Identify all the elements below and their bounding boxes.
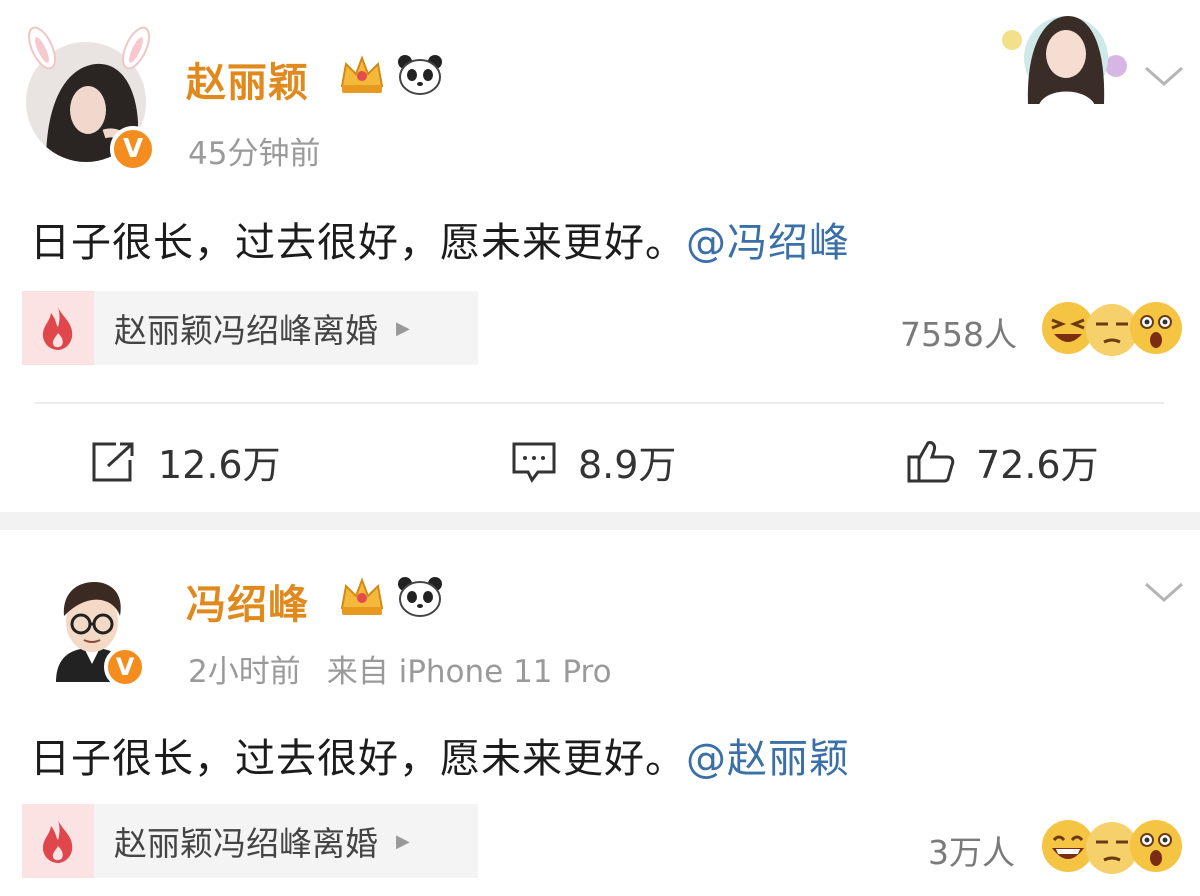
verified-badge-icon: V: [110, 126, 156, 172]
thumbs-up-icon: [907, 440, 955, 482]
post-body: 日子很长，过去很好，愿未来更好。: [30, 736, 686, 782]
author-name[interactable]: 冯绍峰: [186, 572, 309, 630]
weibo-post-zhao: V 赵丽颖 45分钟前 日子很长，过去很好，愿未来更好。@冯绍峰 赵丽颖冯绍峰离…: [0, 0, 1200, 404]
post-time: 2小时前: [188, 654, 301, 690]
like-button[interactable]: 72.6万: [906, 434, 1099, 489]
post-body: 日子很长，过去很好，愿未来更好。: [30, 220, 686, 266]
panda-icon: [398, 577, 442, 617]
chevron-down-icon[interactable]: [1142, 60, 1186, 90]
post-time: 45分钟前: [188, 136, 321, 172]
share-button[interactable]: 12.6万: [90, 434, 281, 489]
post-text: 日子很长，过去很好，愿未来更好。@赵丽颖: [30, 726, 850, 784]
mention-link[interactable]: @赵丽颖: [686, 736, 850, 782]
fire-icon: [22, 291, 94, 365]
hot-topic-card[interactable]: 赵丽颖冯绍峰离婚 ▶: [22, 804, 478, 878]
avatar[interactable]: V: [42, 578, 146, 688]
crown-icon: [340, 577, 384, 615]
post-meta: 2小时前 来自 iPhone 11 Pro: [188, 646, 612, 691]
weibo-post-feng: V 冯绍峰 2小时前 来自 iPhone 11 Pro 日子很长，过去很好，愿未来…: [0, 530, 1200, 896]
divider: [34, 402, 1164, 404]
card-decoration-icon: [1002, 16, 1127, 108]
comment-count: 8.9万: [578, 443, 677, 487]
comment-icon: [512, 442, 556, 483]
topic-label: 赵丽颖冯绍峰离婚: [114, 824, 378, 863]
author-name[interactable]: 赵丽颖: [186, 50, 309, 108]
action-bar: 12.6万 8.9万 72.6万: [0, 430, 1200, 500]
share-count: 12.6万: [158, 443, 281, 487]
caret-right-icon: ▶: [396, 830, 410, 852]
comment-button[interactable]: 8.9万: [510, 434, 676, 489]
topic-label: 赵丽颖冯绍峰离婚: [114, 311, 378, 350]
fire-icon: [22, 804, 94, 878]
participant-count: 3万人: [928, 833, 1015, 872]
post-text: 日子很长，过去很好，愿未来更好。@冯绍峰: [30, 210, 850, 268]
avatar[interactable]: V: [26, 26, 156, 172]
participant-count: 7558人: [900, 315, 1017, 354]
reaction-emojis[interactable]: [1040, 300, 1182, 360]
shocked-emoji-icon: [1130, 820, 1182, 872]
chevron-down-icon[interactable]: [1142, 576, 1186, 606]
post-separator: [0, 512, 1200, 530]
verified-badge-icon: V: [104, 646, 146, 688]
reaction-emojis[interactable]: [1040, 818, 1182, 878]
mention-link[interactable]: @冯绍峰: [686, 220, 850, 266]
hot-topic-card[interactable]: 赵丽颖冯绍峰离婚 ▶: [22, 291, 478, 365]
panda-icon: [398, 55, 442, 95]
share-icon: [92, 442, 134, 481]
crown-icon: [340, 55, 384, 93]
like-count: 72.6万: [976, 443, 1099, 487]
shocked-emoji-icon: [1130, 302, 1182, 354]
caret-right-icon: ▶: [396, 317, 410, 339]
post-source[interactable]: 来自 iPhone 11 Pro: [327, 654, 612, 690]
